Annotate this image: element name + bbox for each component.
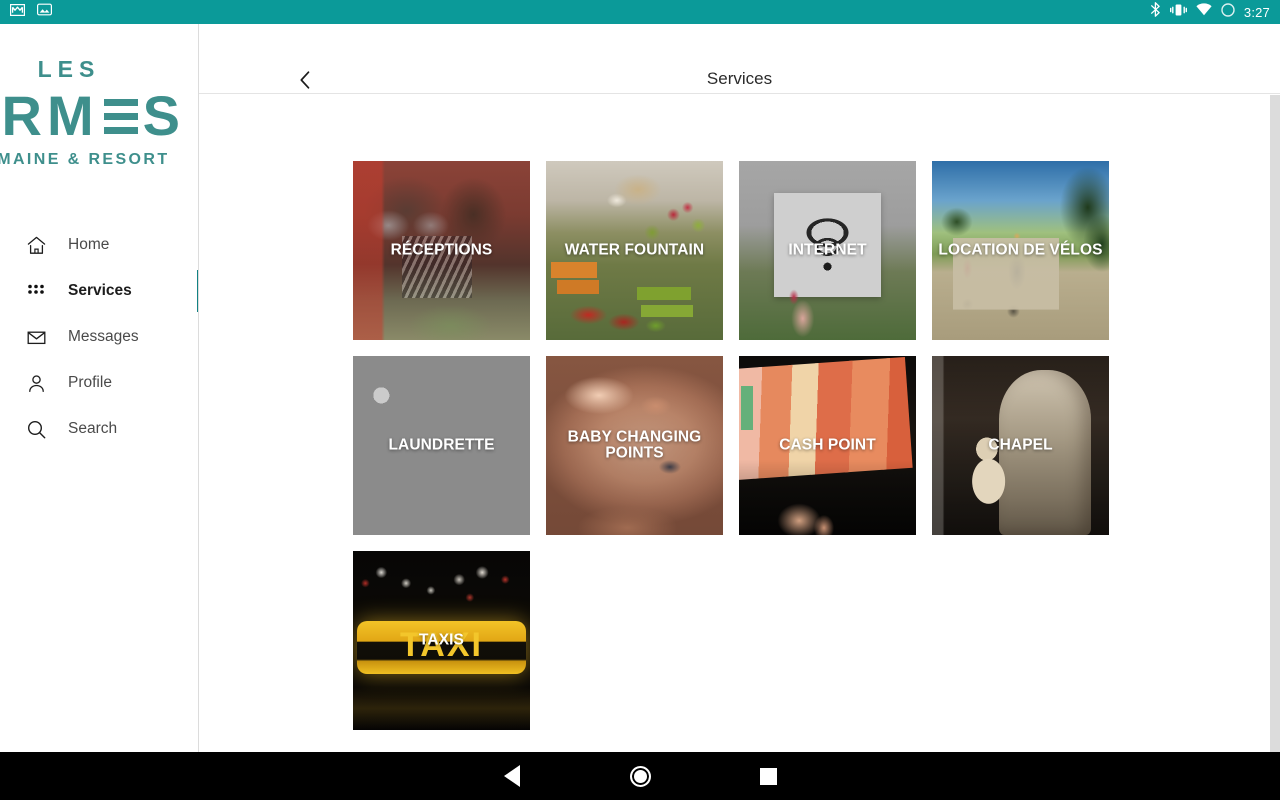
sidebar-nav: Home Services Messages Profile Search <box>0 222 198 452</box>
service-card[interactable]: CHAPEL <box>932 356 1109 535</box>
service-card-title: BABY CHANGING POINTS <box>567 427 702 462</box>
recents-square-icon <box>759 767 777 785</box>
service-card-title: TAXIS <box>419 631 464 649</box>
sidebar: LES ORM S DOMAINE & RESORT Home Services <box>0 24 199 752</box>
service-card-title: RÉCEPTIONS <box>390 241 493 259</box>
sidebar-item-home[interactable]: Home <box>0 222 198 268</box>
system-navigation-bar <box>0 752 1280 800</box>
search-icon <box>24 417 48 441</box>
battery-icon <box>1221 2 1235 22</box>
brand-logo-line3: DOMAINE & RESORT <box>0 150 170 168</box>
wifi-icon <box>1196 3 1212 21</box>
brand-logo-s: S <box>142 84 185 147</box>
status-bar: 3:27 <box>0 0 1280 24</box>
services-grid: RÉCEPTIONS WATER FOUNTAIN INTERNET LOCAT… <box>353 161 1125 730</box>
service-card[interactable]: INTERNET <box>739 161 916 340</box>
services-content: RÉCEPTIONS WATER FOUNTAIN INTERNET LOCAT… <box>199 95 1280 752</box>
gmail-icon <box>10 3 26 21</box>
screenshot-icon <box>37 3 53 21</box>
service-card-title: CHAPEL <box>988 436 1053 454</box>
app-root: 3:27 LES ORM S DOMAINE & RESORT Home <box>0 0 1280 800</box>
home-circle-icon <box>629 765 651 787</box>
sidebar-item-search[interactable]: Search <box>0 406 198 452</box>
sidebar-item-label: Profile <box>68 374 112 391</box>
nav-recents-button[interactable] <box>704 767 832 785</box>
service-card[interactable]: RÉCEPTIONS <box>353 161 530 340</box>
sidebar-item-label: Messages <box>68 328 139 345</box>
back-triangle-icon <box>504 765 520 787</box>
status-bar-clock: 3:27 <box>1243 4 1270 20</box>
service-card-title: WATER FOUNTAIN <box>564 241 705 259</box>
service-card-title: LOCATION DE VÉLOS <box>938 241 1103 259</box>
sidebar-item-profile[interactable]: Profile <box>0 360 198 406</box>
nav-home-button[interactable] <box>576 765 704 787</box>
status-bar-notifications <box>10 3 53 21</box>
brand-logo-e-glyph <box>103 98 138 134</box>
vibrate-icon <box>1169 3 1187 22</box>
service-card[interactable]: WATER FOUNTAIN <box>546 161 723 340</box>
brand-logo: LES ORM S DOMAINE & RESORT <box>0 56 198 168</box>
status-bar-system-icons: 3:27 <box>1150 2 1270 22</box>
brand-logo-line1: LES <box>37 56 101 82</box>
service-card[interactable]: LAUNDRETTE <box>353 356 530 535</box>
service-card[interactable]: LOCATION DE VÉLOS <box>932 161 1109 340</box>
brand-logo-orm: ORM <box>0 84 99 147</box>
page-header: Services <box>199 24 1280 94</box>
sidebar-item-messages[interactable]: Messages <box>0 314 198 360</box>
bluetooth-icon <box>1150 2 1161 22</box>
service-card[interactable]: CASH POINT <box>739 356 916 535</box>
vertical-scrollbar[interactable] <box>1270 95 1280 752</box>
sidebar-item-label: Services <box>68 282 132 299</box>
sidebar-item-label: Search <box>68 420 118 437</box>
page-title: Services <box>706 69 773 88</box>
nav-back-button[interactable] <box>448 765 576 787</box>
person-icon <box>24 371 48 395</box>
service-card-title: CASH POINT <box>779 436 876 454</box>
service-card-title: LAUNDRETTE <box>388 436 495 454</box>
envelope-icon <box>24 325 48 349</box>
brand-logo-line2: ORM S <box>0 84 198 147</box>
grid-icon <box>24 279 48 303</box>
sidebar-item-label: Home <box>68 236 110 253</box>
service-card-title: INTERNET <box>788 241 867 259</box>
service-card[interactable]: BABY CHANGING POINTS <box>546 356 723 535</box>
home-icon <box>24 233 48 257</box>
service-card[interactable]: TAXI TAXIS <box>353 551 530 730</box>
sidebar-item-services[interactable]: Services <box>0 268 198 314</box>
